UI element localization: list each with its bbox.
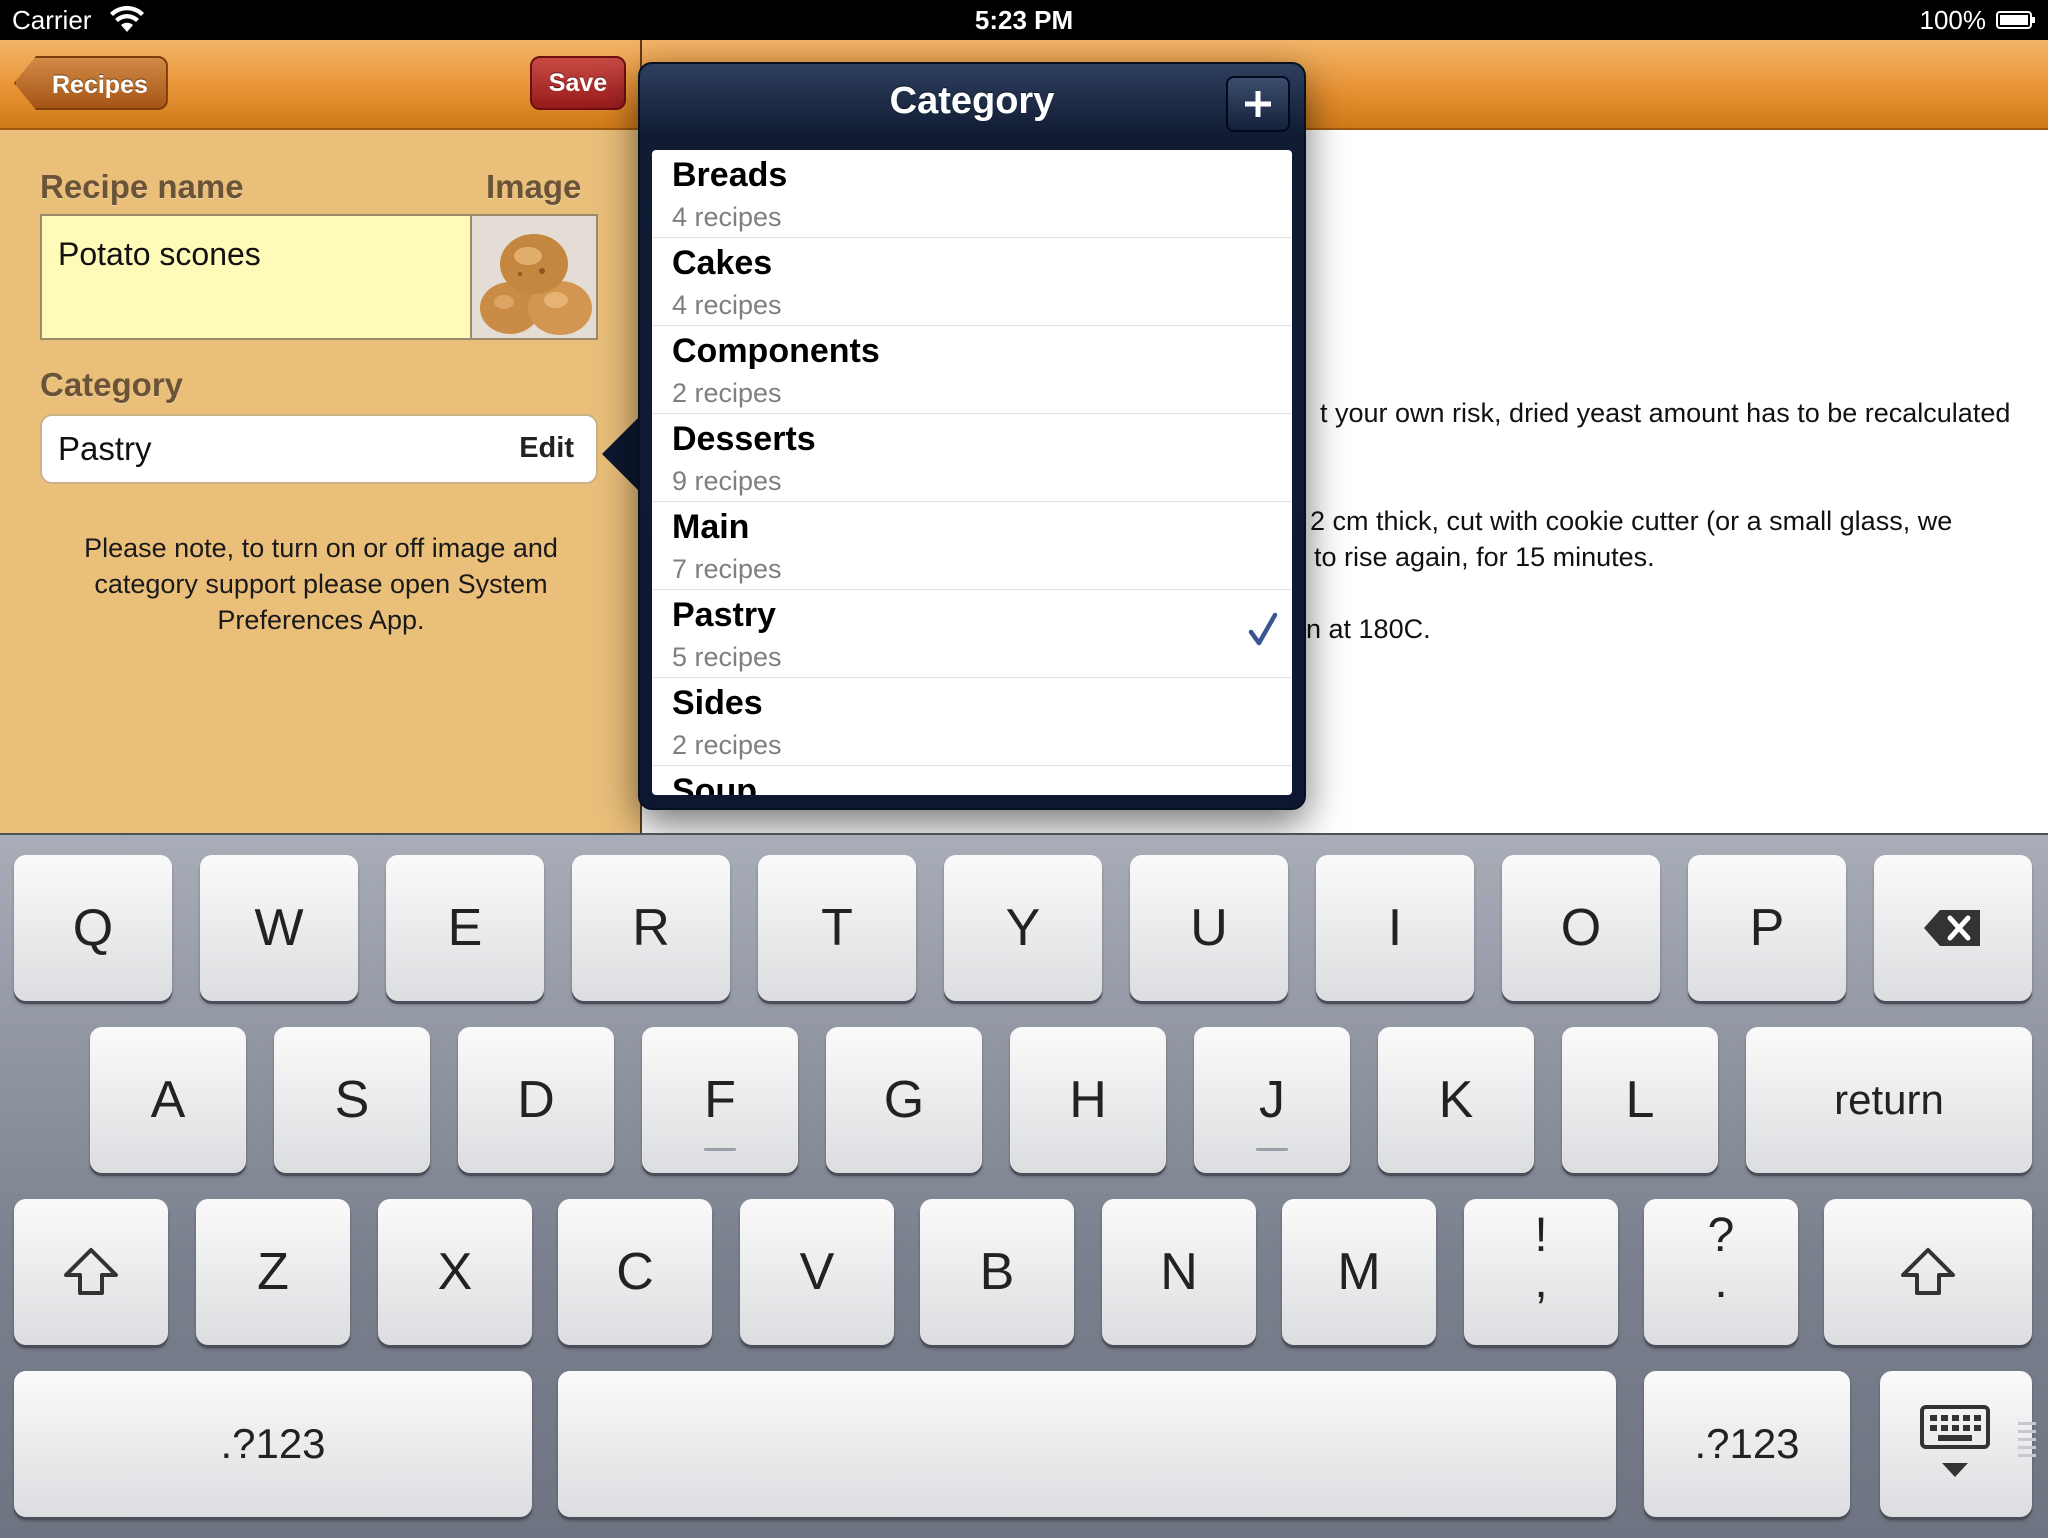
key-l[interactable]: L bbox=[1562, 1027, 1718, 1173]
hide-keyboard-key[interactable] bbox=[1880, 1371, 2032, 1517]
key-j[interactable]: J bbox=[1194, 1027, 1350, 1173]
return-key[interactable]: return bbox=[1746, 1027, 2032, 1173]
space-bar[interactable] bbox=[558, 1371, 1616, 1517]
onscreen-keyboard: Q W E R T Y U I O P A S D F G H J K L re… bbox=[0, 833, 2048, 1538]
key-y[interactable]: Y bbox=[944, 855, 1102, 1001]
category-field[interactable]: Pastry Edit bbox=[40, 414, 598, 484]
key-f[interactable]: F bbox=[642, 1027, 798, 1173]
category-name: Cakes bbox=[672, 244, 773, 282]
shift-icon bbox=[1901, 1248, 1955, 1295]
keyboard-grip-icon[interactable] bbox=[2018, 1420, 2036, 1460]
category-name: Main bbox=[672, 508, 750, 546]
key-u[interactable]: U bbox=[1130, 855, 1288, 1001]
key-z[interactable]: Z bbox=[196, 1199, 350, 1345]
recipe-image[interactable] bbox=[472, 214, 598, 340]
key-k[interactable]: K bbox=[1378, 1027, 1534, 1173]
key-p[interactable]: P bbox=[1688, 855, 1846, 1001]
key-w[interactable]: W bbox=[200, 855, 358, 1001]
category-name: Components bbox=[672, 332, 880, 370]
category-row[interactable]: Main 7 recipes bbox=[652, 502, 1292, 590]
key-x[interactable]: X bbox=[378, 1199, 532, 1345]
category-row[interactable]: Components 2 recipes bbox=[652, 326, 1292, 414]
category-name: Breads bbox=[672, 156, 788, 194]
status-bar: Carrier 5:23 PM 100% bbox=[0, 0, 2048, 40]
detail-text-line: t your own risk, dried yeast amount has … bbox=[1320, 398, 2011, 428]
key-v[interactable]: V bbox=[740, 1199, 894, 1345]
shift-key-right[interactable] bbox=[1824, 1199, 2032, 1345]
key-c[interactable]: C bbox=[558, 1199, 712, 1345]
key-question-period[interactable]: ?. bbox=[1644, 1199, 1798, 1345]
category-row[interactable]: Desserts 9 recipes bbox=[652, 414, 1292, 502]
back-recipes-button[interactable]: Recipes bbox=[14, 56, 168, 110]
category-row[interactable]: Cakes 4 recipes bbox=[652, 238, 1292, 326]
category-count: 2 recipes bbox=[672, 378, 782, 408]
backspace-icon bbox=[1924, 910, 1980, 946]
key-r[interactable]: R bbox=[572, 855, 730, 1001]
recipe-name-input[interactable]: Potato scones bbox=[40, 214, 472, 340]
hide-keyboard-icon bbox=[1920, 1405, 1990, 1477]
add-category-button[interactable] bbox=[1226, 76, 1290, 132]
master-nav-bar: Recipes Save bbox=[0, 40, 640, 130]
edit-category-button[interactable]: Edit bbox=[519, 432, 574, 465]
detail-text-line: to rise again, for 15 minutes. bbox=[1314, 542, 1655, 572]
key-q[interactable]: Q bbox=[14, 855, 172, 1001]
key-a[interactable]: A bbox=[90, 1027, 246, 1173]
category-count: 5 recipes bbox=[672, 642, 782, 672]
category-name: Sides bbox=[672, 684, 763, 722]
key-e[interactable]: E bbox=[386, 855, 544, 1001]
popover-arrow bbox=[602, 416, 640, 492]
save-button[interactable]: Save bbox=[530, 56, 626, 110]
recipe-name-label: Recipe name bbox=[40, 168, 244, 205]
backspace-key[interactable] bbox=[1874, 855, 2032, 1001]
key-g[interactable]: G bbox=[826, 1027, 982, 1173]
key-exclaim-comma[interactable]: !, bbox=[1464, 1199, 1618, 1345]
category-count: 2 recipes bbox=[672, 730, 782, 760]
key-n[interactable]: N bbox=[1102, 1199, 1256, 1345]
key-t[interactable]: T bbox=[758, 855, 916, 1001]
shift-icon bbox=[64, 1248, 118, 1295]
category-name: Pastry bbox=[672, 596, 776, 634]
popover-title: Category bbox=[889, 80, 1055, 122]
key-s[interactable]: S bbox=[274, 1027, 430, 1173]
battery-icon bbox=[1996, 11, 2035, 29]
category-popover: Category Breads 4 recipes Cakes 4 recipe… bbox=[638, 62, 1306, 810]
shift-key-left[interactable] bbox=[14, 1199, 168, 1345]
category-count: 4 recipes bbox=[672, 202, 782, 232]
preferences-note: Please note, to turn on or off image and… bbox=[84, 533, 558, 635]
category-label: Category bbox=[40, 366, 184, 403]
category-name: Soup bbox=[672, 772, 757, 795]
scones-photo bbox=[472, 216, 596, 338]
key-o[interactable]: O bbox=[1502, 855, 1660, 1001]
clock: 5:23 PM bbox=[974, 5, 1074, 35]
category-row[interactable]: Breads 4 recipes bbox=[652, 150, 1292, 238]
category-row[interactable]: Sides 2 recipes bbox=[652, 678, 1292, 766]
image-label: Image bbox=[486, 168, 582, 205]
category-list[interactable]: Breads 4 recipes Cakes 4 recipes Compone… bbox=[652, 150, 1292, 795]
key-d[interactable]: D bbox=[458, 1027, 614, 1173]
detail-text-line: n at 180C. bbox=[1306, 614, 1431, 644]
key-b[interactable]: B bbox=[920, 1199, 1074, 1345]
category-row[interactable]: Soup bbox=[652, 766, 1292, 795]
battery-percent: 100% bbox=[1919, 5, 1987, 35]
key-i[interactable]: I bbox=[1316, 855, 1474, 1001]
category-row-selected[interactable]: Pastry 5 recipes bbox=[652, 590, 1292, 678]
category-count: 4 recipes bbox=[672, 290, 782, 320]
detail-text-line: 2 cm thick, cut with cookie cutter (or a… bbox=[1310, 506, 1953, 536]
home-row-bump bbox=[1256, 1148, 1288, 1151]
recipe-edit-pane: Recipes Save Recipe name Image Potato sc… bbox=[0, 40, 640, 833]
category-value: Pastry bbox=[58, 430, 152, 467]
numbers-key-right[interactable]: .?123 bbox=[1644, 1371, 1850, 1517]
category-count: 9 recipes bbox=[672, 466, 782, 496]
key-h[interactable]: H bbox=[1010, 1027, 1166, 1173]
key-m[interactable]: M bbox=[1282, 1199, 1436, 1345]
checkmark-icon bbox=[1248, 612, 1278, 646]
category-name: Desserts bbox=[672, 420, 816, 458]
category-count: 7 recipes bbox=[672, 554, 782, 584]
home-row-bump bbox=[704, 1148, 736, 1151]
numbers-key-left[interactable]: .?123 bbox=[14, 1371, 532, 1517]
